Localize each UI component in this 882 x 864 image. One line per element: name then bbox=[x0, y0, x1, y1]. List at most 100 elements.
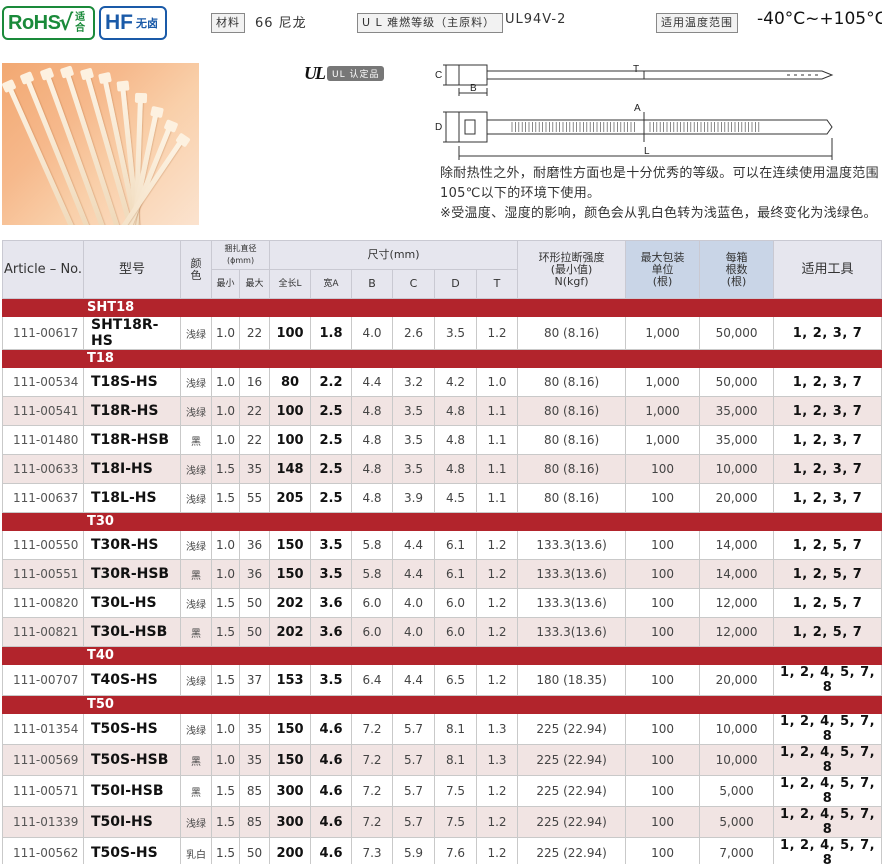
cell-tools: 1, 2, 5, 7 bbox=[773, 559, 882, 589]
cell-size-t: 1.2 bbox=[476, 837, 519, 864]
cell-width-a: 3.5 bbox=[310, 530, 353, 560]
rohs-logo: RoHS √ 适合 bbox=[2, 6, 95, 40]
header-size-b: B bbox=[351, 269, 394, 299]
cell-size-t: 1.2 bbox=[476, 664, 519, 696]
cell-size-b: 4.8 bbox=[351, 483, 394, 513]
ul-grade-label: U L 难燃等级（主原料） bbox=[357, 13, 503, 33]
cell-size-d: 3.5 bbox=[434, 316, 478, 350]
table-row: 111-00562 T50S-HS 乳白 1.5 50 200 4.6 7.3 5.9 7.6 1.… bbox=[2, 837, 882, 864]
cell-bundle-min: 1.0 bbox=[211, 425, 240, 455]
cell-article-no: 111-00637 bbox=[2, 483, 84, 513]
cell-bundle-max: 35 bbox=[238, 744, 271, 776]
cell-size-c: 5.7 bbox=[392, 775, 436, 807]
cell-bundle-max: 16 bbox=[238, 367, 271, 397]
table-row: 111-01354 T50S-HS 浅绿 1.0 35 150 4.6 7.2 5.7 8.1 1.… bbox=[2, 713, 882, 745]
cell-tools: 1, 2, 3, 7 bbox=[773, 396, 882, 426]
cell-size-c: 5.7 bbox=[392, 713, 436, 745]
cell-box-qty: 20,000 bbox=[699, 664, 775, 696]
halogen-free-logo: HF 无卤 bbox=[99, 6, 167, 40]
cable-tie-head bbox=[116, 80, 130, 92]
table-row: 111-00707 T40S-HS 浅绿 1.5 37 153 3.5 6.4 4.4 6.5 1.… bbox=[2, 664, 882, 696]
cell-color: 浅绿 bbox=[180, 530, 212, 560]
cable-tie-head bbox=[98, 71, 112, 85]
dimension-label-t: T bbox=[633, 64, 639, 75]
cell-tools: 1, 2, 4, 5, 7, 8 bbox=[773, 806, 882, 838]
cable-tie-head bbox=[2, 78, 17, 94]
cell-size-b: 6.4 bbox=[351, 664, 394, 696]
cell-tensile-strength: 80 (8.16) bbox=[517, 483, 627, 513]
group-header-row: T30 bbox=[1, 512, 882, 531]
cell-width-a: 4.6 bbox=[310, 806, 353, 838]
cell-length-l: 80 bbox=[269, 367, 312, 397]
cell-color: 浅绿 bbox=[180, 806, 212, 838]
cell-color: 浅绿 bbox=[180, 316, 212, 350]
cell-pack-unit: 100 bbox=[625, 664, 701, 696]
cell-model-no: T50I-HS bbox=[83, 806, 181, 838]
cell-tensile-strength: 80 (8.16) bbox=[517, 367, 627, 397]
cell-color: 浅绿 bbox=[180, 454, 212, 484]
cell-width-a: 2.5 bbox=[310, 396, 353, 426]
table-row: 111-00633 T18I-HS 浅绿 1.5 35 148 2.5 4.8 3.5 4.8 1.… bbox=[2, 454, 882, 484]
cell-width-a: 3.6 bbox=[310, 617, 353, 647]
cell-size-d: 4.8 bbox=[434, 425, 478, 455]
cell-bundle-min: 1.0 bbox=[211, 316, 240, 350]
cell-width-a: 1.8 bbox=[310, 316, 353, 350]
cell-tools: 1, 2, 3, 7 bbox=[773, 316, 882, 350]
material-label: 材料 bbox=[211, 13, 245, 33]
cell-article-no: 111-00562 bbox=[2, 837, 84, 864]
cell-size-d: 4.2 bbox=[434, 367, 478, 397]
cell-tools: 1, 2, 4, 5, 7, 8 bbox=[773, 664, 882, 696]
cell-size-t: 1.0 bbox=[476, 367, 519, 397]
dimension-label-c: C bbox=[435, 70, 442, 81]
cell-bundle-min: 1.5 bbox=[211, 617, 240, 647]
cell-color: 黑 bbox=[180, 744, 212, 776]
cable-tie-head bbox=[39, 67, 55, 81]
ul-badge: UL 认定品 bbox=[327, 66, 385, 81]
cell-bundle-min: 1.0 bbox=[211, 744, 240, 776]
cell-size-t: 1.2 bbox=[476, 775, 519, 807]
cell-model-no: T50I-HSB bbox=[83, 775, 181, 807]
cell-bundle-max: 35 bbox=[238, 454, 271, 484]
cell-bundle-max: 50 bbox=[238, 617, 271, 647]
hf-label: HF bbox=[105, 11, 133, 34]
cell-size-c: 2.6 bbox=[392, 316, 436, 350]
cell-bundle-min: 1.0 bbox=[211, 396, 240, 426]
cell-size-t: 1.1 bbox=[476, 425, 519, 455]
spec-table: Article – No. 型号 颜色 捆扎直径(ϕmm) 尺寸(mm) 环形拉… bbox=[1, 240, 882, 864]
group-header-row: T50 bbox=[1, 695, 882, 714]
header-tools: 适用工具 bbox=[773, 240, 882, 299]
cell-size-t: 1.3 bbox=[476, 744, 519, 776]
cell-tools: 1, 2, 4, 5, 7, 8 bbox=[773, 713, 882, 745]
cell-pack-unit: 100 bbox=[625, 588, 701, 618]
table-row: 111-00617 SHT18R-HS 浅绿 1.0 22 100 1.8 4.0 2.6 3.5… bbox=[2, 316, 882, 350]
cell-box-qty: 20,000 bbox=[699, 483, 775, 513]
cell-size-c: 5.9 bbox=[392, 837, 436, 864]
cable-tie-strap bbox=[6, 83, 80, 225]
cell-width-a: 2.5 bbox=[310, 483, 353, 513]
cell-size-b: 7.2 bbox=[351, 806, 394, 838]
cell-box-qty: 10,000 bbox=[699, 454, 775, 484]
cell-size-b: 6.0 bbox=[351, 617, 394, 647]
cell-pack-unit: 1,000 bbox=[625, 396, 701, 426]
header-model: 型号 bbox=[83, 240, 181, 299]
cell-length-l: 202 bbox=[269, 588, 312, 618]
cell-size-d: 7.5 bbox=[434, 806, 478, 838]
cell-article-no: 111-00707 bbox=[2, 664, 84, 696]
cell-bundle-max: 22 bbox=[238, 396, 271, 426]
cell-box-qty: 5,000 bbox=[699, 806, 775, 838]
cell-bundle-max: 85 bbox=[238, 806, 271, 838]
cell-color: 黑 bbox=[180, 775, 212, 807]
cell-size-t: 1.2 bbox=[476, 559, 519, 589]
cell-size-b: 5.8 bbox=[351, 530, 394, 560]
cell-color: 浅绿 bbox=[180, 588, 212, 618]
cell-width-a: 2.2 bbox=[310, 367, 353, 397]
cell-article-no: 111-00541 bbox=[2, 396, 84, 426]
cell-size-b: 4.8 bbox=[351, 396, 394, 426]
cell-pack-unit: 100 bbox=[625, 806, 701, 838]
cell-size-c: 4.0 bbox=[392, 617, 436, 647]
dimension-label-a: A bbox=[634, 103, 641, 114]
cell-size-d: 6.0 bbox=[434, 588, 478, 618]
cell-pack-unit: 100 bbox=[625, 744, 701, 776]
cell-length-l: 100 bbox=[269, 316, 312, 350]
cell-tools: 1, 2, 4, 5, 7, 8 bbox=[773, 775, 882, 807]
